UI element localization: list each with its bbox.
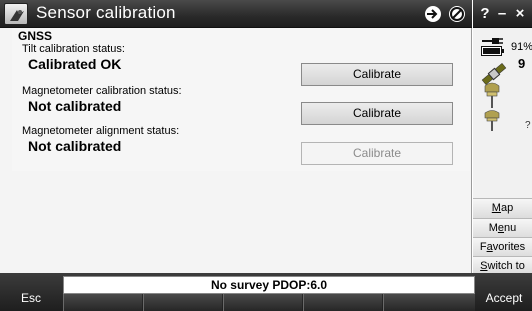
switch-to-button[interactable]: Switch to [473, 256, 532, 274]
menu-button-label: Menu [488, 222, 517, 234]
function-key-3[interactable] [223, 294, 302, 311]
map-button-label: Map [491, 202, 514, 214]
esc-button[interactable]: Esc [0, 273, 62, 311]
magnetometer-alignment-value: Not calibrated [28, 138, 122, 154]
alignment-calibrate-button: Calibrate [301, 142, 453, 165]
magnetometer-calibration-label: Magnetometer calibration status: [22, 85, 182, 97]
magnetometer-calibration-value: Not calibrated [28, 98, 122, 114]
minimize-button[interactable]: – [494, 3, 510, 25]
menu-button[interactable]: Menu [473, 218, 532, 238]
magnetometer-alignment-label: Magnetometer alignment status: [22, 125, 180, 137]
tilt-status-label: Tilt calibration status: [22, 43, 125, 55]
close-button[interactable]: × [512, 3, 528, 25]
status-column: 91% 9 ? [473, 28, 532, 198]
receiver-unknown-status: ? [525, 120, 531, 131]
favorites-button[interactable]: Favorites [473, 237, 532, 257]
function-key-1[interactable] [63, 294, 142, 311]
survey-status-line: No survey PDOP:6.0 [63, 276, 475, 294]
function-key-4[interactable] [303, 294, 382, 311]
group-title-gnss: GNSS [18, 29, 53, 43]
title-bar: Sensor calibration [0, 0, 472, 28]
app-menu-icon[interactable] [4, 3, 28, 25]
favorites-button-label: Favorites [479, 241, 526, 253]
battery-icon[interactable] [481, 42, 505, 61]
function-key-row [63, 294, 475, 311]
function-key-5[interactable] [383, 294, 475, 311]
window-controls: ? – × [473, 0, 532, 28]
satellite-count: 9 [518, 56, 526, 71]
switch-to-button-label: Switch to [480, 260, 525, 272]
help-button[interactable]: ? [477, 3, 493, 25]
tilt-status-value: Calibrated OK [28, 56, 122, 72]
accept-button[interactable]: Accept [476, 273, 532, 311]
tilt-calibrate-button[interactable]: Calibrate [301, 63, 453, 86]
battery-percent: 91% [511, 41, 532, 53]
navigation-icon[interactable] [422, 3, 444, 25]
function-key-2[interactable] [143, 294, 222, 311]
window-title: Sensor calibration [36, 3, 176, 22]
magnetometer-calibrate-button[interactable]: Calibrate [301, 102, 453, 125]
secondary-receiver-icon[interactable] [483, 108, 501, 136]
map-button[interactable]: Map [473, 198, 532, 218]
no-entry-icon[interactable] [446, 3, 468, 25]
